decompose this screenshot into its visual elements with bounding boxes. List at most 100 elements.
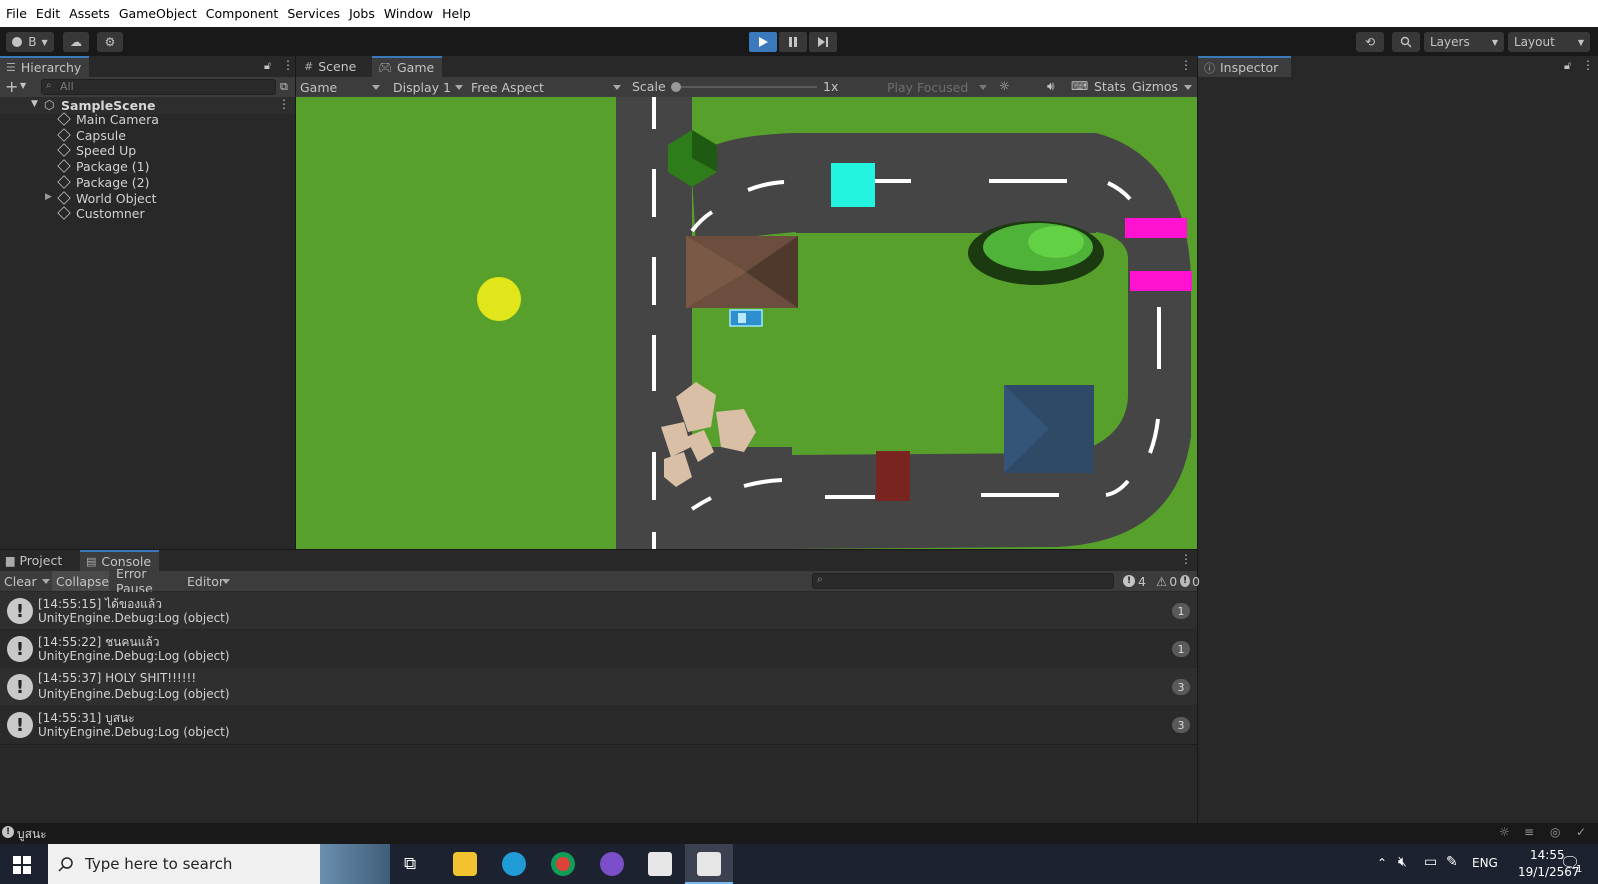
clear-button[interactable]: Clear [0, 571, 52, 591]
more-icon[interactable]: ⋮ [1582, 58, 1594, 72]
status-bar: ! บูสนะ ☼ ≡ ◎ ✓ [0, 823, 1598, 844]
log-message: [14:55:37] HOLY SHIT!!!!!! [38, 671, 197, 685]
step-button[interactable] [809, 32, 837, 52]
menu-assets[interactable]: Assets [69, 6, 110, 21]
play-mode-dropdown[interactable]: Play Focused [883, 77, 989, 97]
language-indicator[interactable]: ENG [1472, 856, 1498, 870]
expand-arrow-icon[interactable]: ▶ [45, 192, 52, 202]
hierarchy-item-capsule[interactable]: Capsule [57, 127, 126, 143]
add-icon[interactable]: + [5, 77, 18, 96]
network-icon[interactable]: ▭ [1424, 854, 1437, 870]
task-view-icon[interactable]: ⧉ [404, 854, 416, 874]
menu-gameobject[interactable]: GameObject [119, 6, 197, 21]
error-pause-toggle[interactable]: Error Pause [112, 566, 182, 596]
menu-help[interactable]: Help [442, 6, 471, 21]
console-log-row[interactable]: ! [14:55:15] ได้ของแล้ว UnityEngine.Debu… [0, 592, 1197, 629]
check-icon[interactable]: ✓ [1576, 825, 1586, 839]
debug-icon[interactable]: ☼ [1499, 825, 1510, 839]
edge-icon[interactable] [502, 852, 526, 876]
windows-start-icon[interactable] [13, 856, 31, 874]
collapse-toggle[interactable]: Collapse [52, 571, 109, 591]
tab-project[interactable]: ▆ Project [0, 550, 70, 571]
more-icon[interactable]: ⋮ [278, 97, 290, 111]
aspect-dropdown[interactable]: Free Aspect [467, 77, 623, 97]
pen-icon[interactable]: ✎ [1446, 854, 1458, 870]
taskbar-search-input[interactable]: Type here to search [48, 844, 390, 884]
stats-button[interactable]: Stats [1094, 79, 1126, 94]
tab-inspector[interactable]: ⓘ Inspector [1198, 56, 1291, 77]
hierarchy-item-package-2[interactable]: Package (2) [57, 174, 150, 190]
console-search-input[interactable]: ⌕ [812, 573, 1114, 589]
more-icon[interactable]: ⋮ [1180, 552, 1192, 566]
chevron-down-icon[interactable]: ▼ [20, 81, 26, 90]
lock-icon[interactable]: 🔓︎ [264, 59, 271, 73]
menu-edit[interactable]: Edit [36, 6, 60, 21]
chrome-icon[interactable] [551, 852, 575, 876]
editor-dropdown[interactable]: Editor [183, 571, 235, 591]
unity-scene-icon: ⬡ [44, 98, 55, 112]
slider-handle[interactable] [671, 82, 681, 92]
chevron-down-icon[interactable] [1184, 85, 1192, 90]
button-label: Clear [4, 573, 37, 589]
layers-status-icon[interactable]: ≡ [1524, 825, 1534, 839]
cloud-icon: ☁ [70, 35, 82, 49]
hierarchy-search-input[interactable]: ⌕ All [41, 79, 276, 95]
network-icon[interactable]: ◎ [1550, 825, 1560, 839]
status-message[interactable]: บูสนะ [17, 825, 47, 844]
account-button[interactable]: B ▼ [6, 32, 54, 52]
info-log-icon: ! [7, 598, 33, 624]
play-button[interactable] [749, 32, 777, 52]
game-dropdown[interactable]: Game [296, 77, 386, 97]
hierarchy-item-world-object[interactable]: ▶ World Object [45, 190, 157, 206]
github-desktop-icon[interactable] [600, 852, 624, 876]
chevron-up-icon[interactable]: ⌃ [1377, 856, 1387, 870]
hierarchy-tab-label: Hierarchy [20, 60, 82, 75]
hierarchy-item-customner[interactable]: Customner [57, 205, 145, 221]
menu-jobs[interactable]: Jobs [349, 6, 375, 21]
game-render-view[interactable] [296, 97, 1197, 549]
chevron-down-icon[interactable] [42, 579, 50, 584]
red-house [876, 451, 910, 501]
windows-taskbar: Type here to search ⧉ ⌃ 🔇︎ ▭ ✎ ENG 14:55… [0, 844, 1598, 884]
pause-button[interactable] [779, 32, 807, 52]
bug-icon[interactable]: ☼ [999, 79, 1010, 93]
audio-icon[interactable]: 🔊︎ [1047, 79, 1055, 94]
menu-services[interactable]: Services [287, 6, 340, 21]
hierarchy-item-package-1[interactable]: Package (1) [57, 158, 150, 174]
display-dropdown[interactable]: Display 1 [389, 77, 465, 97]
hierarchy-item-speed-up[interactable]: Speed Up [57, 142, 136, 158]
more-icon[interactable]: ⋮ [1180, 58, 1192, 72]
gizmos-button[interactable]: Gizmos [1132, 79, 1178, 94]
divider [0, 744, 1197, 745]
undo-history-button[interactable]: ⟲ [1356, 32, 1384, 52]
layout-dropdown[interactable]: Layout ▼ [1508, 32, 1590, 52]
more-icon[interactable]: ⋮ [282, 58, 294, 72]
layers-dropdown[interactable]: Layers ▼ [1424, 32, 1504, 52]
menu-file[interactable]: File [6, 6, 27, 21]
error-filter-toggle[interactable]: ! 0 [1176, 571, 1200, 591]
expand-arrow-icon[interactable]: ▼ [31, 99, 38, 109]
console-log-row[interactable]: ! [14:55:37] HOLY SHIT!!!!!! UnityEngine… [0, 668, 1197, 705]
menu-window[interactable]: Window [384, 6, 433, 21]
log-count-badge: 1 [1172, 603, 1190, 619]
scale-slider[interactable] [671, 82, 817, 92]
volume-muted-icon[interactable]: 🔇︎ [1398, 854, 1407, 870]
layout-label: Layout [1514, 35, 1555, 49]
tab-scene[interactable]: # Scene [298, 56, 364, 77]
menu-component[interactable]: Component [206, 6, 279, 21]
keyboard-icon[interactable]: ⌨ [1071, 79, 1088, 93]
hierarchy-item-main-camera[interactable]: Main Camera [57, 111, 159, 127]
console-log-row[interactable]: ! [14:55:31] บูสนะ UnityEngine.Debug:Log… [0, 706, 1197, 743]
file-explorer-icon[interactable] [453, 852, 477, 876]
tab-hierarchy[interactable]: ☰ Hierarchy [0, 56, 90, 77]
console-log-row[interactable]: ! [14:55:22] ชนคนแล้ว UnityEngine.Debug:… [0, 630, 1197, 667]
info-filter-toggle[interactable]: ! 4 [1119, 571, 1147, 591]
collab-button[interactable]: ⚙ [97, 32, 123, 52]
cloud-button[interactable]: ☁ [63, 32, 89, 52]
search-button[interactable] [1392, 32, 1420, 52]
search-options-icon[interactable]: ⧉ [280, 80, 288, 94]
unity-editor-taskbar-button[interactable] [685, 844, 733, 884]
unity-hub-icon[interactable] [648, 852, 672, 876]
tab-game[interactable]: 🎮︎ Game [372, 56, 443, 77]
lock-icon[interactable]: 🔓︎ [1564, 59, 1571, 73]
